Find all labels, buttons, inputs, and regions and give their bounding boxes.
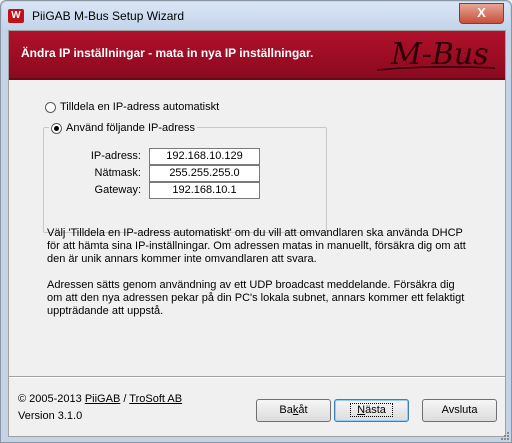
help-paragraph-udp: Adressen sätts genom användning av ett U… (47, 279, 465, 317)
page-title: Ändra IP inställningar - mata in nya IP … (21, 46, 314, 60)
piigab-link[interactable]: PiiGAB (85, 393, 120, 405)
resize-grip-icon[interactable] (498, 429, 510, 441)
next-button-label[interactable]: Nästa (350, 403, 393, 417)
copyright-text: © 2005-2013 (18, 393, 82, 405)
auto-ip-radio[interactable] (45, 101, 56, 113)
wizard-window: W PiiGAB M-Bus Setup Wizard X Ändra IP i… (0, 0, 512, 443)
help-text: Välj 'Tilldela en IP-adress automatiskt'… (47, 227, 467, 331)
link-separator: / (123, 393, 127, 405)
manual-ip-option[interactable]: Använd följande IP-adress (49, 122, 198, 134)
close-button[interactable]: X (459, 3, 504, 24)
subnet-mask-label: Nätmask: (94, 167, 141, 179)
back-button-label[interactable]: Bakåt (279, 404, 307, 416)
app-icon: W (8, 9, 24, 23)
title-bar[interactable]: W PiiGAB M-Bus Setup Wizard X (2, 2, 510, 30)
manual-ip-radio[interactable] (51, 122, 62, 134)
wizard-client-area: Ändra IP inställningar - mata in nya IP … (8, 30, 506, 437)
version-text: Version 3.1.0 (18, 410, 83, 422)
trosoft-link[interactable]: TroSoft AB (129, 393, 182, 405)
back-button[interactable]: Bakåt (256, 399, 331, 422)
auto-ip-label[interactable]: Tilldela en IP-adress automatiskt (60, 101, 219, 113)
mbus-logo: M-Bus (376, 37, 496, 72)
copyright-line: © 2005-2013 PiiGAB / TroSoft AB (18, 392, 182, 407)
gateway-label: Gateway: (94, 184, 141, 196)
ip-address-field[interactable]: 192.168.10.129 (149, 148, 260, 165)
window-title: PiiGAB M-Bus Setup Wizard (32, 9, 185, 23)
next-button[interactable]: Nästa (334, 399, 409, 422)
help-paragraph-dhcp: Välj 'Tilldela en IP-adress automatiskt'… (47, 227, 466, 265)
cancel-button-label[interactable]: Avsluta (442, 404, 478, 416)
cancel-button[interactable]: Avsluta (422, 399, 497, 422)
subnet-mask-field[interactable]: 255.255.255.0 (149, 165, 260, 182)
header-banner: Ändra IP inställningar - mata in nya IP … (9, 31, 505, 78)
banner-divider (9, 78, 505, 80)
gateway-field[interactable]: 192.168.10.1 (149, 182, 260, 199)
ip-address-label: IP-adress: (90, 150, 141, 162)
manual-ip-label[interactable]: Använd följande IP-adress (66, 122, 195, 134)
footer-divider (9, 376, 505, 378)
auto-ip-option[interactable]: Tilldela en IP-adress automatiskt (45, 101, 219, 113)
